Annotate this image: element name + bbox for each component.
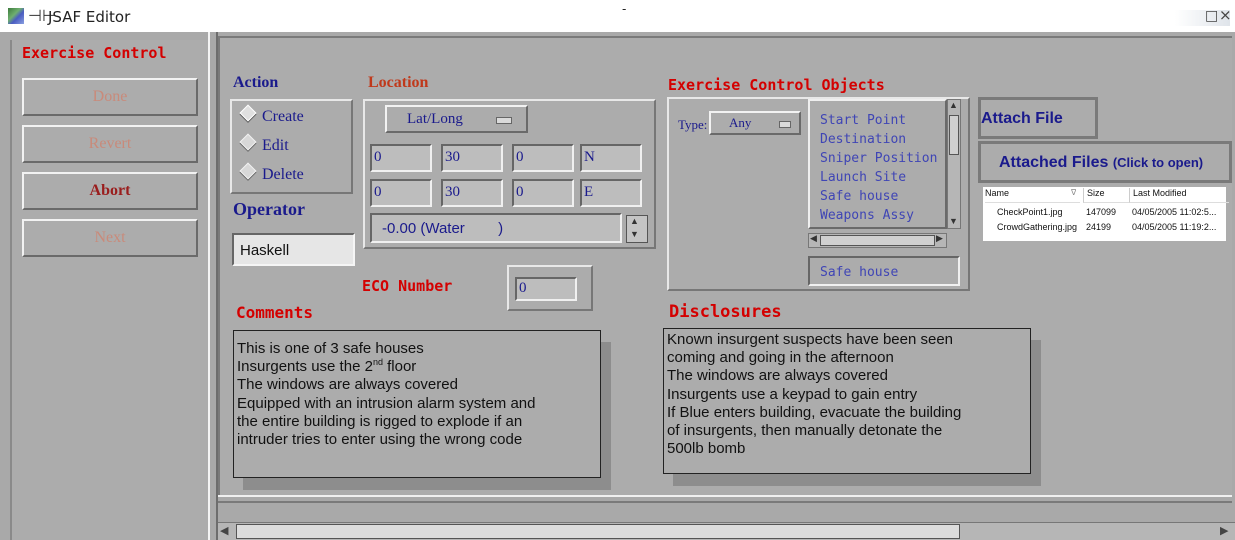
comments-textarea[interactable]: This is one of 3 safe houses Insurgents …	[233, 330, 601, 478]
list-item[interactable]: Start Point	[820, 113, 906, 128]
eco-number-label: ECO Number	[362, 277, 453, 295]
lat-minutes-field[interactable]: 30	[441, 144, 503, 172]
type-select[interactable]: Any	[709, 111, 801, 135]
coordinate-format-value: Lat/Long	[407, 111, 463, 127]
file-modified-cell: 04/05/2005 11:02:5...	[1132, 207, 1217, 217]
disclosure-line: of insurgents, then manually detonate th…	[667, 422, 943, 440]
window-title: JSAF Editor	[48, 8, 131, 26]
disclosure-line: 500lb bomb	[667, 440, 746, 458]
file-name-cell[interactable]: CrowdGathering.jpg	[997, 222, 1081, 232]
attached-files-hint: (Click to open)	[1112, 155, 1204, 170]
scroll-down-icon[interactable]: ▼	[949, 216, 958, 226]
attached-files-table: Name ∇ Size Last Modified CheckPoint1.jp…	[983, 187, 1229, 241]
list-item[interactable]: Safe house	[820, 189, 898, 204]
elevation-field[interactable]: -0.00 (Water )	[370, 213, 622, 243]
radio-label: Delete	[262, 166, 304, 183]
disclosure-line: Insurgents use a keypad to gain entry	[667, 385, 918, 403]
option-menu-icon	[496, 117, 512, 124]
disclosures-textarea[interactable]: Known insurgent suspects have been seen …	[663, 328, 1031, 474]
comments-label: Comments	[236, 303, 314, 322]
coordinate-format-select[interactable]: Lat/Long	[385, 105, 528, 133]
comment-text: floor	[382, 358, 417, 376]
lat-seconds-field[interactable]: 0	[512, 144, 574, 172]
list-item[interactable]: Sniper Position	[820, 151, 937, 166]
radio-diamond-icon	[239, 104, 257, 122]
abort-button[interactable]: Abort	[22, 172, 198, 210]
operator-label: Operator	[233, 199, 305, 219]
disclosure-line: If Blue enters building, evacuate the bu…	[667, 403, 962, 421]
action-edit-radio[interactable]: Edit	[239, 133, 289, 155]
main-hscroll-thumb[interactable]	[236, 524, 960, 539]
done-button[interactable]: Done	[22, 78, 198, 116]
comment-line: The windows are always covered	[237, 376, 458, 394]
selected-object-field[interactable]: Safe house	[808, 256, 960, 286]
type-value: Any	[729, 115, 752, 130]
eco-number-field[interactable]: 0	[515, 277, 577, 301]
revert-button[interactable]: Revert	[22, 125, 198, 163]
comment-superscript: nd	[372, 357, 383, 368]
radio-label: Edit	[262, 137, 289, 154]
lon-minutes-field[interactable]: 30	[441, 179, 503, 207]
panel-splitter[interactable]	[208, 32, 218, 540]
file-size-cell: 147099	[1086, 207, 1117, 217]
type-label: Type:	[678, 117, 708, 132]
sort-icon: ∇	[1071, 188, 1077, 197]
comment-line: the entire building is rigged to explode…	[237, 412, 523, 430]
lat-hemisphere-field[interactable]: N	[580, 144, 642, 172]
comment-line: Insurgents use the 2nd floor	[237, 358, 600, 376]
title-bar	[0, 0, 1235, 32]
column-header-size[interactable]: Size	[1083, 188, 1129, 203]
column-header-name[interactable]: Name	[985, 188, 1080, 203]
attach-file-button[interactable]: Attach File	[978, 97, 1098, 139]
radio-diamond-icon	[239, 133, 257, 151]
exercise-control-title: Exercise Control	[22, 44, 167, 62]
comment-text: Insurgents use the 2	[237, 358, 373, 376]
list-hscroll-thumb[interactable]	[820, 235, 935, 246]
lon-degrees-field[interactable]: 0	[370, 179, 432, 207]
title-dash: -	[622, 2, 627, 16]
disclosure-line: The windows are always covered	[667, 367, 888, 385]
lon-seconds-field[interactable]: 0	[512, 179, 574, 207]
action-create-radio[interactable]: Create	[239, 104, 304, 126]
lat-degrees-field[interactable]: 0	[370, 144, 432, 172]
list-item[interactable]: Weapons Assy	[820, 208, 914, 223]
file-modified-cell: 04/05/2005 11:19:2...	[1132, 222, 1217, 232]
attached-files-button[interactable]: Attached Files (Click to open)	[978, 141, 1232, 183]
scroll-left-icon[interactable]: ◀	[220, 524, 228, 537]
scroll-right-icon[interactable]: ▶	[1220, 524, 1228, 537]
eco-objects-label: Exercise Control Objects	[668, 76, 885, 94]
bottom-separator	[218, 495, 1232, 503]
spin-up-icon[interactable]: ▲	[630, 216, 639, 226]
column-header-modified[interactable]: Last Modified	[1129, 188, 1229, 203]
action-delete-radio[interactable]: Delete	[239, 162, 304, 184]
disclosure-line: Known insurgent suspects have been seen	[667, 331, 954, 348]
comment-line: intruder tries to enter using the wrong …	[237, 431, 523, 449]
scroll-right-icon[interactable]: ▶	[936, 233, 943, 244]
radio-diamond-icon	[239, 162, 257, 180]
spin-down-icon[interactable]: ▼	[630, 229, 639, 239]
scroll-left-icon[interactable]: ◀	[810, 233, 817, 244]
file-name-cell[interactable]: CheckPoint1.jpg	[997, 207, 1081, 217]
option-menu-icon	[779, 121, 791, 128]
action-label: Action	[233, 74, 279, 91]
close-icon[interactable]: ⨯	[1219, 6, 1232, 24]
disclosures-label: Disclosures	[669, 302, 782, 322]
disclosure-line: coming and going in the afternoon	[667, 349, 894, 367]
attached-files-label: Attached Files	[999, 154, 1109, 171]
location-label: Location	[368, 74, 429, 91]
comment-line: Equipped with an intrusion alarm system …	[237, 394, 536, 412]
list-item[interactable]: Launch Site	[820, 170, 906, 185]
restore-icon[interactable]: □	[1205, 8, 1218, 24]
radio-label: Create	[262, 108, 304, 125]
operator-field[interactable]: Haskell	[232, 233, 355, 266]
list-item[interactable]: Destination	[820, 132, 906, 147]
next-button[interactable]: Next	[22, 219, 198, 257]
app-icon	[8, 8, 24, 24]
eco-objects-list: Start Point Destination Sniper Position …	[808, 99, 947, 229]
lon-hemisphere-field[interactable]: E	[580, 179, 642, 207]
list-scroll-thumb[interactable]	[949, 115, 959, 155]
file-size-cell: 24199	[1086, 222, 1112, 232]
scroll-up-icon[interactable]: ▲	[949, 100, 958, 110]
comment-line: This is one of 3 safe houses	[237, 340, 424, 357]
